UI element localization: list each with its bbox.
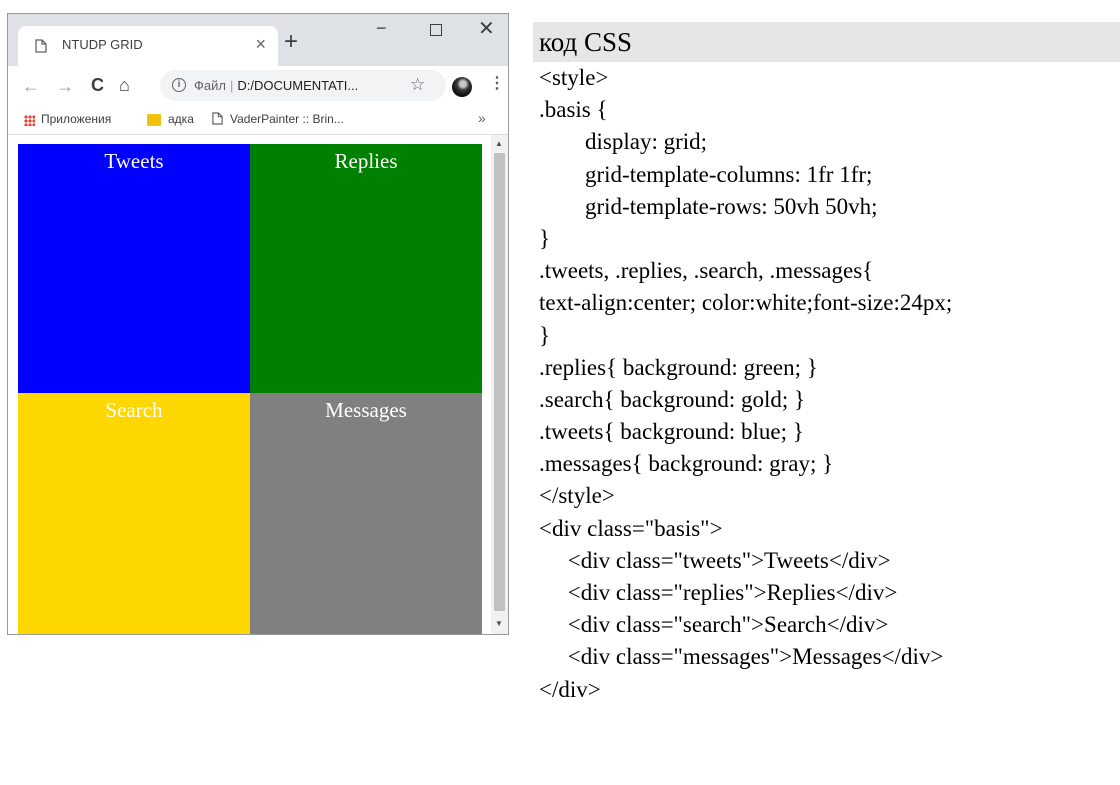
grid-basis: Tweets Replies Search Messages: [18, 144, 482, 634]
code-line: <div class="basis">: [539, 515, 723, 541]
bookmarks-bar: Приложения адка VaderPainter :: Brin... …: [8, 106, 508, 135]
scroll-up-icon[interactable]: ▲: [495, 139, 503, 148]
profile-avatar[interactable]: [452, 77, 472, 97]
folder-icon[interactable]: [147, 114, 161, 126]
code-line: display: grid;: [539, 129, 708, 155]
browser-tab[interactable]: NTUDP GRID ×: [18, 26, 278, 66]
search-cell: Search: [18, 393, 250, 634]
browser-window: NTUDP GRID × + − ✕ ← → C ⌂ i Файл | D:/DOC…: [7, 13, 509, 635]
code-line: }: [539, 322, 551, 348]
reload-icon[interactable]: C: [91, 75, 104, 95]
scroll-thumb[interactable]: [494, 153, 505, 611]
bookmark-star-icon[interactable]: ☆: [410, 75, 425, 95]
bookmarks-overflow-icon[interactable]: »: [478, 110, 486, 126]
bookmark-page[interactable]: VaderPainter :: Brin...: [230, 112, 344, 126]
code-line: </style>: [539, 483, 615, 509]
address-scheme-label: Файл: [194, 78, 226, 93]
scrollbar[interactable]: ▲ ▼: [491, 135, 508, 634]
page-viewport: Tweets Replies Search Messages ▲ ▼: [8, 135, 508, 634]
tab-title: NTUDP GRID: [62, 37, 143, 52]
code-line: </div>: [539, 676, 601, 702]
code-line: <div class="replies">Replies</div>: [539, 580, 898, 605]
bookmark-folder[interactable]: адка: [168, 112, 194, 126]
maximize-button[interactable]: [430, 24, 442, 36]
code-line: .tweets, .replies, .search, .messages{: [539, 258, 874, 284]
address-separator: |: [229, 78, 234, 93]
code-listing: <style> .basis { display: grid; grid-temp…: [533, 62, 1120, 706]
tab-close-icon[interactable]: ×: [255, 34, 266, 54]
home-icon[interactable]: ⌂: [119, 75, 130, 95]
address-url: D:/DOCUMENTATI...: [237, 78, 359, 93]
code-line: <div class="tweets">Tweets</div>: [539, 547, 891, 573]
code-line: .basis {: [539, 97, 608, 123]
code-line: grid-template-rows: 50vh 50vh;: [539, 193, 878, 219]
info-icon[interactable]: i: [172, 78, 186, 92]
minimize-button[interactable]: −: [376, 19, 387, 37]
bookmark-apps[interactable]: Приложения: [41, 112, 111, 126]
address-bar[interactable]: i Файл | D:/DOCUMENTATI... ☆: [160, 70, 446, 101]
code-line: <style>: [539, 65, 609, 90]
code-line: .messages{ background: gray; }: [539, 451, 834, 477]
browser-titlebar: NTUDP GRID × + − ✕: [8, 14, 508, 66]
forward-icon[interactable]: →: [56, 76, 74, 96]
replies-cell: Replies: [250, 144, 482, 393]
back-icon[interactable]: ←: [22, 76, 40, 96]
messages-cell: Messages: [250, 393, 482, 634]
menu-icon[interactable]: ⋮: [489, 75, 505, 93]
apps-icon[interactable]: [24, 115, 35, 126]
code-line: }: [539, 225, 551, 251]
code-line: grid-template-columns: 1fr 1fr;: [539, 161, 873, 187]
code-line: text-align:center; color:white;font-size…: [539, 290, 953, 316]
code-header: код CSS: [533, 22, 1120, 62]
scroll-down-icon[interactable]: ▼: [495, 619, 503, 628]
code-line: .replies{ background: green; }: [539, 354, 818, 380]
code-panel: код CSS <style> .basis { display: grid; g…: [533, 22, 1120, 706]
page-icon: [35, 39, 47, 53]
code-line: <div class="messages">Messages</div>: [539, 644, 944, 670]
page-icon[interactable]: [212, 112, 223, 125]
code-line: .search{ background: gold; }: [539, 386, 806, 412]
close-window-button[interactable]: ✕: [478, 19, 495, 39]
browser-toolbar: ← → C ⌂ i Файл | D:/DOCUMENTATI... ☆ ⋮: [8, 66, 508, 106]
code-line: .tweets{ background: blue; }: [539, 419, 804, 445]
code-line: <div class="search">Search</div>: [539, 612, 889, 638]
new-tab-button[interactable]: +: [284, 30, 298, 54]
tweets-cell: Tweets: [18, 144, 250, 393]
address-text: Файл | D:/DOCUMENTATI...: [194, 78, 358, 93]
